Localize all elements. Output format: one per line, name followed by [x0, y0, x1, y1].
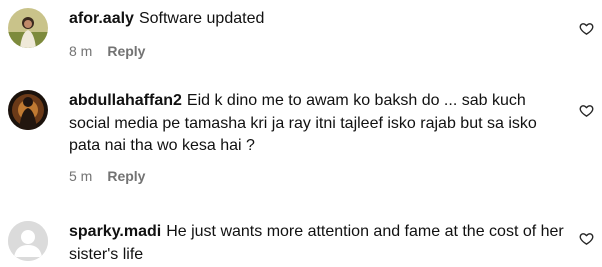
heart-icon[interactable]: [579, 231, 594, 246]
comment-timestamp: 5 m: [69, 167, 93, 184]
avatar[interactable]: [8, 8, 48, 48]
comment-username[interactable]: sparky.madi: [69, 223, 161, 240]
reply-button[interactable]: Reply: [107, 43, 145, 59]
comment-username[interactable]: abdullahaffan2: [69, 92, 182, 109]
heart-icon[interactable]: [579, 21, 594, 36]
profile-photo-icon: [8, 90, 48, 130]
default-user-icon: [8, 221, 48, 261]
comment-text: Software updated: [138, 10, 265, 27]
avatar[interactable]: [8, 90, 48, 130]
reply-button[interactable]: Reply: [107, 168, 145, 184]
comment-username[interactable]: afor.aaly: [69, 10, 134, 27]
comment-timestamp: 8 m: [69, 42, 93, 59]
avatar[interactable]: [8, 221, 48, 261]
comment-item: sparky.madi He just wants more attention …: [0, 219, 602, 267]
comment-item: abdullahaffan2 Eid k dino me to awam ko b…: [0, 88, 602, 198]
comment-item: afor.aaly Software updated 8 m Reply: [0, 0, 602, 70]
profile-photo-icon: [8, 8, 48, 48]
heart-icon[interactable]: [579, 103, 594, 118]
